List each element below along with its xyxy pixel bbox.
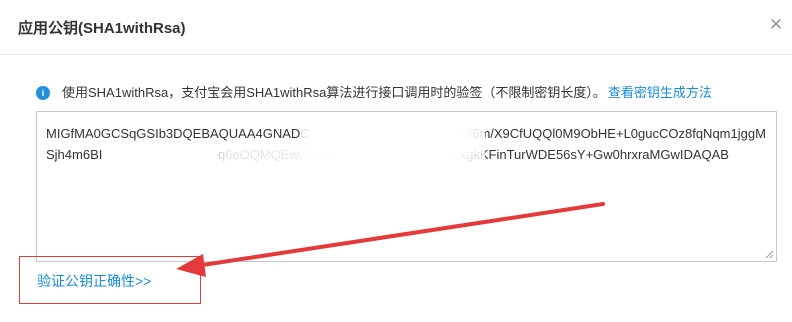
dialog-header: 应用公钥(SHA1withRsa) ✕ <box>0 0 792 55</box>
key-dialog: 应用公钥(SHA1withRsa) ✕ i 使用SHA1withRsa，支付宝会… <box>0 0 792 322</box>
resize-handle-icon[interactable] <box>765 250 774 259</box>
dialog-title: 应用公钥(SHA1withRsa) <box>18 20 186 37</box>
info-text-wrapper: 使用SHA1withRsa，支付宝会用SHA1withRsa算法进行接口调用时的… <box>62 84 712 102</box>
verify-public-key-link[interactable]: 验证公钥正确性>> <box>37 271 151 291</box>
info-icon: i <box>36 86 50 100</box>
info-text: 使用SHA1withRsa，支付宝会用SHA1withRsa算法进行接口调用时的… <box>62 85 606 100</box>
key-generation-link[interactable]: 查看密钥生成方法 <box>608 85 712 100</box>
redaction-blur <box>180 141 330 163</box>
close-icon[interactable]: ✕ <box>764 13 788 37</box>
